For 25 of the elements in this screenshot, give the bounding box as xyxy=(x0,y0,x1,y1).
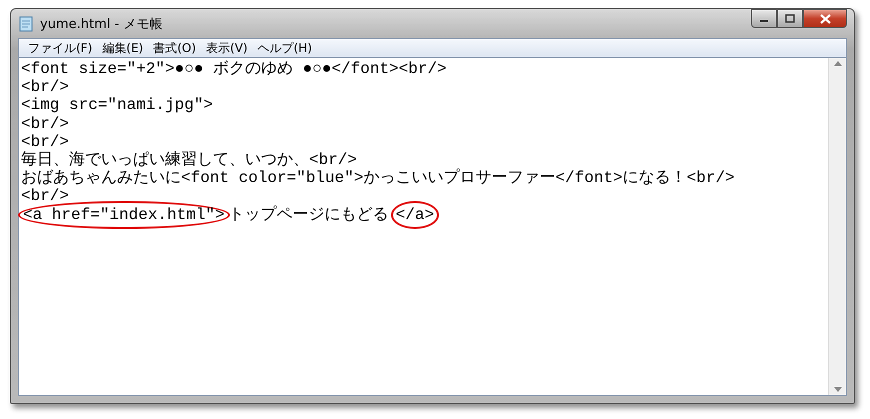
circled-code: </a> xyxy=(390,200,440,229)
scroll-up-icon[interactable] xyxy=(834,61,842,66)
code-text: 毎日、海でいっぱい練習して、いつか、<br/> xyxy=(21,150,358,170)
code-text: おばあちゃんみたいに<font color="blue">かっこいいプロサーファー</font>になる！<br/> xyxy=(21,169,735,188)
menu-item[interactable]: ヘルプ(H) xyxy=(252,40,317,56)
code-text: <font size="+2">●○● ボクのゆめ ●○●</font><br/> xyxy=(21,60,447,78)
minimize-button[interactable] xyxy=(751,9,777,28)
menu-item[interactable]: 編集(E) xyxy=(97,40,148,56)
menu-item[interactable]: ファイル(F) xyxy=(23,40,98,56)
scrollbar[interactable] xyxy=(828,58,846,395)
circled-code: <a href="index.html"> xyxy=(18,200,230,229)
close-button[interactable] xyxy=(803,9,847,28)
window-title: yume.html - メモ帳 xyxy=(40,16,162,32)
scroll-down-icon[interactable] xyxy=(834,387,842,392)
code-text: <br/> xyxy=(21,132,70,151)
code-text: <br/> xyxy=(21,78,70,96)
notepad-icon xyxy=(18,16,34,32)
code-text: トップページにもどる xyxy=(228,206,389,224)
maximize-icon xyxy=(785,14,795,23)
close-icon xyxy=(820,14,830,24)
code-text: <img src="nami.jpg"> xyxy=(21,96,214,115)
maximize-button[interactable] xyxy=(777,9,803,28)
code-text: <br/> xyxy=(21,114,70,133)
menu-item[interactable]: 書式(O) xyxy=(148,40,202,56)
menu-item[interactable]: 表示(V) xyxy=(201,40,253,56)
